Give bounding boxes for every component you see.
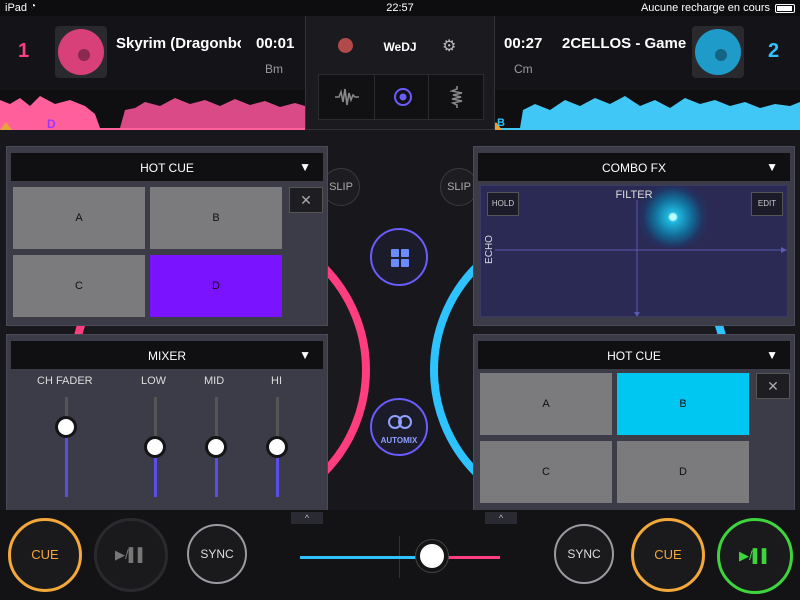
low-eq-label: LOW — [141, 375, 167, 387]
hotcue-pad-d[interactable]: D — [617, 441, 749, 503]
close-icon[interactable]: ✕ — [289, 187, 323, 213]
ch-fader-label: CH FADER — [37, 375, 93, 387]
hotcue-pad-c[interactable]: C — [13, 255, 145, 317]
ch-fader-knob[interactable] — [55, 416, 77, 438]
panel-selector[interactable]: HOT CUE ▼ — [11, 153, 323, 181]
view-mode-tabs — [318, 74, 484, 120]
transport-bar: CUE ▶/▌▌ SYNC SYNC CUE ▶/▌▌ — [0, 510, 800, 600]
hotcue-panel-right: HOT CUE ▼ A B C D ✕ — [473, 334, 795, 512]
panel-title: COMBO FX — [601, 161, 666, 175]
fx-x-axis-label: FILTER — [615, 189, 653, 201]
combo-fx-panel: COMBO FX ▼ HOLD EDIT FILTER ECHO — [473, 146, 795, 326]
cue-button-right[interactable]: CUE — [631, 518, 705, 592]
automix-icon — [388, 415, 412, 429]
panel-title: HOT CUE — [607, 349, 661, 363]
crossfader-knob[interactable] — [416, 540, 448, 572]
low-eq-slider[interactable] — [144, 397, 166, 497]
panel-layout-button[interactable] — [370, 228, 428, 286]
hotcue-marker-left: D — [47, 117, 56, 130]
collapse-right-panels-button[interactable]: ^ — [485, 512, 517, 524]
cue-point-marker — [0, 122, 12, 130]
hi-eq-knob[interactable] — [266, 436, 288, 458]
track-title-right[interactable]: 2CELLOS - Game of Thrones — [562, 35, 687, 52]
hotcue-pad-b[interactable]: B — [150, 187, 282, 249]
mid-eq-label: MID — [204, 375, 225, 387]
sync-button-left[interactable]: SYNC — [187, 524, 247, 584]
cue-button-left[interactable]: CUE — [8, 518, 82, 592]
track-key-left: Bm — [265, 62, 283, 76]
dropdown-arrow-icon: ▼ — [299, 160, 311, 174]
hotcue-panel-left: HOT CUE ▼ A B C D ✕ — [6, 146, 328, 326]
panel-selector[interactable]: HOT CUE ▼ — [478, 341, 790, 369]
hotcue-pad-d[interactable]: D — [150, 255, 282, 317]
ch-fader-slider[interactable] — [55, 397, 77, 497]
sync-button-right[interactable]: SYNC — [554, 524, 614, 584]
crossfader-track[interactable] — [300, 556, 500, 559]
deck-left-artwork[interactable] — [55, 26, 107, 78]
panel-selector[interactable]: COMBO FX ▼ — [478, 153, 790, 181]
mid-eq-knob[interactable] — [205, 436, 227, 458]
track-title-left[interactable]: Skyrim (Dragonborn) — [116, 35, 241, 52]
hi-eq-slider[interactable] — [266, 397, 288, 497]
fx-y-axis-label: ECHO — [483, 235, 495, 264]
play-pause-button-right[interactable]: ▶/▌▌ — [717, 518, 793, 594]
track-key-right: Cm — [514, 62, 533, 76]
vertical-wave-tab[interactable] — [429, 75, 484, 119]
fx-xy-pad[interactable]: HOLD EDIT FILTER ECHO — [480, 185, 788, 317]
waveform-left[interactable]: D — [0, 90, 305, 130]
track-time-left: 00:01 — [256, 35, 295, 52]
automix-label: AUTOMIX — [380, 436, 418, 445]
hi-eq-label: HI — [271, 375, 282, 387]
waveform-view-tab[interactable] — [319, 75, 374, 119]
play-pause-button-left[interactable]: ▶/▌▌ — [94, 518, 168, 592]
dropdown-arrow-icon: ▼ — [766, 160, 778, 174]
waveform-right[interactable]: B — [495, 90, 800, 130]
platter-view-icon — [394, 88, 412, 106]
waveform-right-graphic — [495, 96, 800, 130]
app-logo: WeDJ — [383, 40, 417, 54]
deck-right-artwork[interactable] — [692, 26, 744, 78]
deck-number-right: 2 — [768, 40, 780, 62]
dropdown-arrow-icon: ▼ — [299, 348, 311, 362]
close-icon[interactable]: ✕ — [756, 373, 790, 399]
track-time-right: 00:27 — [504, 35, 543, 52]
collapse-left-panels-button[interactable]: ^ — [291, 512, 323, 524]
panel-selector[interactable]: MIXER ▼ — [11, 341, 323, 369]
hotcue-pad-b[interactable]: B — [617, 373, 749, 435]
hotcue-pad-a[interactable]: A — [480, 373, 612, 435]
vinyl-icon — [58, 29, 104, 75]
platter-view-tab[interactable] — [374, 75, 429, 119]
vinyl-icon — [695, 29, 741, 75]
deck-number-left: 1 — [18, 40, 30, 62]
battery-icon — [775, 4, 795, 13]
automix-button[interactable]: AUTOMIX — [370, 398, 428, 456]
settings-icon[interactable]: ⚙ — [442, 36, 456, 56]
low-eq-knob[interactable] — [144, 436, 166, 458]
charge-status: Aucune recharge en cours — [640, 2, 770, 14]
waveform-view-icon — [335, 88, 359, 106]
waveform-left-graphic — [0, 96, 305, 130]
center-control-panel: WeDJ ⚙ — [305, 16, 495, 130]
panel-title: MIXER — [147, 349, 186, 363]
dropdown-arrow-icon: ▼ — [766, 348, 778, 362]
hotcue-pad-c[interactable]: C — [480, 441, 612, 503]
vertical-wave-icon — [449, 86, 463, 108]
mixer-panel: MIXER ▼ CH FADER LOW MID HI — [6, 334, 328, 512]
hotcue-pad-a[interactable]: A — [13, 187, 145, 249]
panel-title: HOT CUE — [140, 161, 194, 175]
mid-eq-slider[interactable] — [205, 397, 227, 497]
hotcue-marker-right: B — [497, 117, 505, 129]
status-bar: iPad ◔ 22:57 Aucune recharge en cours — [0, 0, 800, 16]
